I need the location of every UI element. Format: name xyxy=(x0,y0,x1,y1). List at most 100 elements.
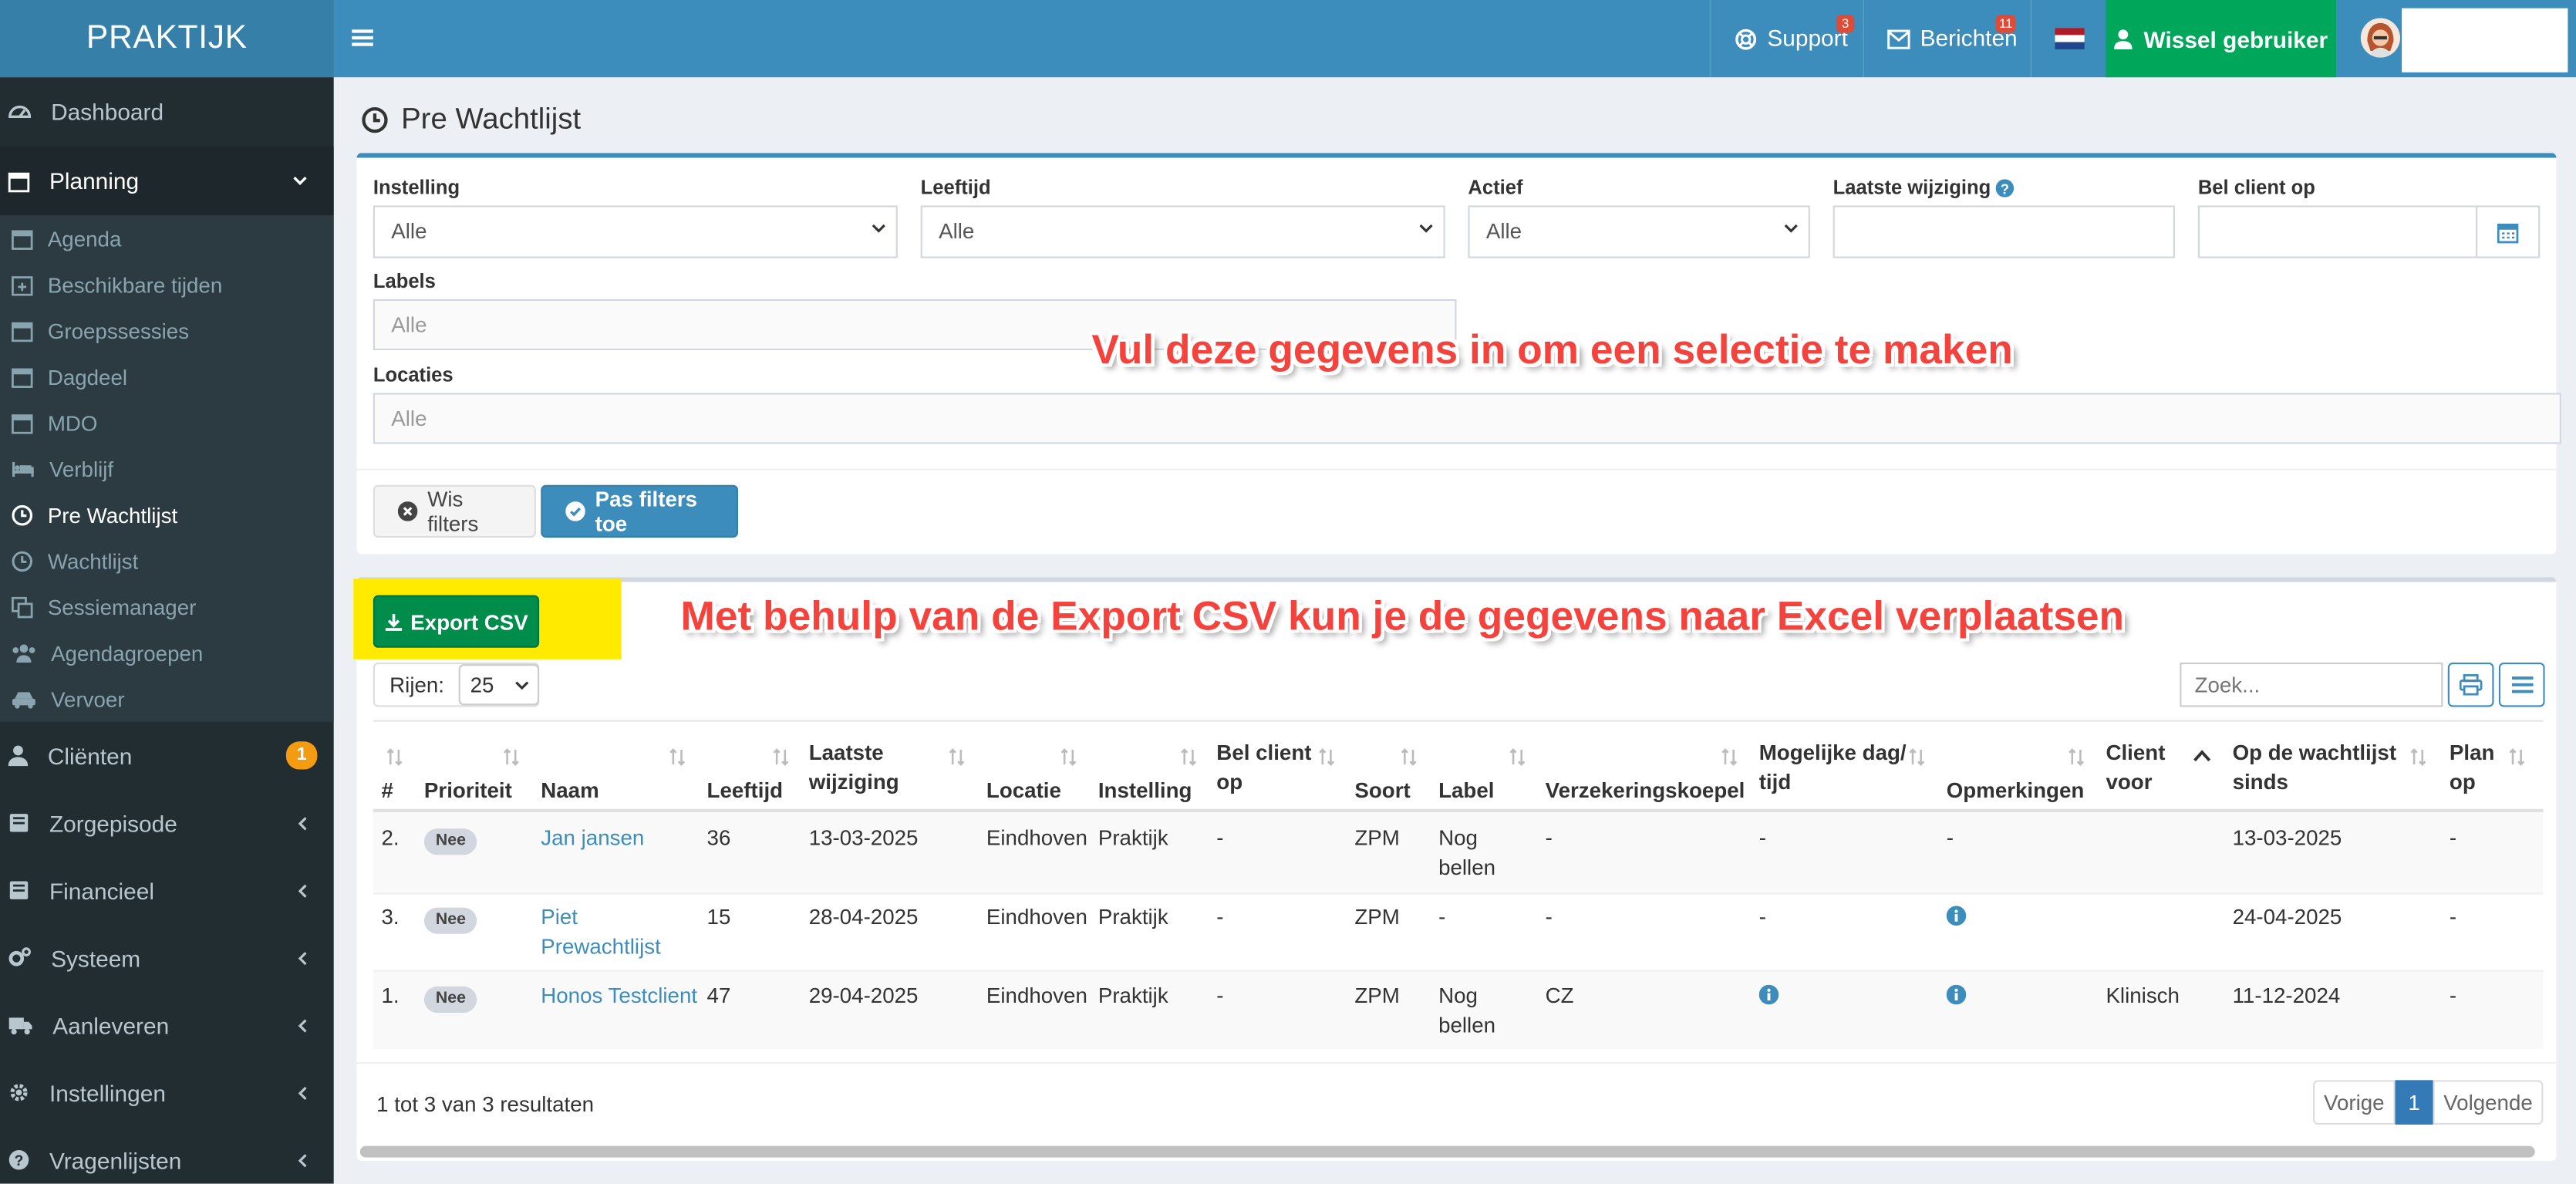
col-header-prioriteit[interactable]: Prioriteit xyxy=(424,776,512,805)
horizontal-scrollbar[interactable] xyxy=(359,1145,2535,1158)
sidebar-item-verblijf[interactable]: Verblijf xyxy=(0,446,334,492)
export-csv-label: Export CSV xyxy=(410,609,528,634)
sidebar-item-dagdeel[interactable]: Dagdeel xyxy=(0,353,334,400)
col-header-laatste-wijziging[interactable]: Laatste wijziging xyxy=(809,738,899,798)
col-header-leeftijd[interactable]: Leeftijd xyxy=(707,776,784,805)
rows-select[interactable]: 25 xyxy=(458,664,540,706)
laatste-wijziging-input[interactable] xyxy=(1833,205,2175,258)
col-header-bel-client-op[interactable]: Bel client op xyxy=(1216,738,1311,798)
pagination-prev[interactable]: Vorige xyxy=(2313,1080,2396,1125)
info-icon[interactable] xyxy=(1758,984,1779,1005)
info-icon[interactable] xyxy=(1946,984,1967,1005)
gear-icon xyxy=(8,1082,30,1104)
col-header-naam[interactable]: Naam xyxy=(541,776,599,805)
user-menu[interactable] xyxy=(2402,8,2568,73)
sidebar-item-instellingen[interactable]: Instellingen xyxy=(0,1059,334,1126)
question-circle-icon[interactable]: ? xyxy=(1995,178,2015,197)
sort-icon[interactable] xyxy=(1180,748,1196,767)
sort-icon[interactable] xyxy=(2068,748,2084,767)
col-header-label[interactable]: Label xyxy=(1438,776,1494,805)
col-header-op-wachtlijst[interactable]: Op de wachtlijst sinds xyxy=(2233,738,2396,798)
col-header-plan-op[interactable]: Plan op xyxy=(2450,738,2495,798)
calendar-icon xyxy=(12,228,33,249)
sort-icon[interactable] xyxy=(669,748,686,767)
sidebar-item-financieel[interactable]: Financieel xyxy=(0,857,334,924)
col-header-soort[interactable]: Soort xyxy=(1354,776,1410,805)
pagination-page[interactable]: 1 xyxy=(2395,1080,2433,1125)
sort-icon[interactable] xyxy=(2410,748,2426,767)
locaties-input[interactable]: Alle xyxy=(373,393,2561,444)
col-header-locatie[interactable]: Locatie xyxy=(986,776,1061,805)
switch-user-button[interactable]: Wissel gebruiker xyxy=(2106,0,2336,78)
sidebar-item-vragenlijsten[interactable]: ? Vragenlijsten xyxy=(0,1126,334,1184)
sidebar-item-agenda[interactable]: Agenda xyxy=(0,215,334,261)
col-header-client-voor[interactable]: Client voor xyxy=(2106,738,2165,798)
sort-icon[interactable] xyxy=(1509,748,1526,767)
sidebar-item-aanleveren[interactable]: Aanleveren xyxy=(0,991,334,1058)
sidebar-item-vervoer[interactable]: Vervoer xyxy=(0,676,334,722)
dashboard-icon xyxy=(8,100,32,123)
sidebar-item-groepssessies[interactable]: Groepssessies xyxy=(0,308,334,354)
menu-toggle-icon[interactable] xyxy=(352,26,375,49)
cell-leeftijd: 15 xyxy=(706,904,731,929)
app-logo[interactable]: PRAKTIJK xyxy=(0,0,334,78)
instelling-select[interactable]: Alle xyxy=(373,205,898,258)
sidebar-item-zorgepisode[interactable]: Zorgepisode xyxy=(0,789,334,856)
sidebar-item-mdo[interactable]: MDO xyxy=(0,400,334,446)
client-name-link[interactable]: Honos Testclient xyxy=(541,982,697,1011)
sidebar-item-systeem[interactable]: Systeem xyxy=(0,924,334,991)
sidebar-item-beschikbare-tijden[interactable]: Beschikbare tijden xyxy=(0,261,334,308)
priority-badge: Nee xyxy=(423,907,477,934)
cell-label: Nog bellen xyxy=(1438,824,1495,883)
search-input[interactable] xyxy=(2180,662,2443,707)
export-csv-button[interactable]: Export CSV xyxy=(373,595,540,648)
messages-link[interactable]: Berichten 11 xyxy=(1862,0,2030,78)
sidebar-item-dashboard[interactable]: Dashboard xyxy=(0,77,334,147)
cell-bel: - xyxy=(1216,983,1224,1008)
sidebar-item-label: Beschikbare tijden xyxy=(47,272,223,297)
sort-icon[interactable] xyxy=(1909,748,1925,767)
sort-icon[interactable] xyxy=(1721,748,1738,767)
sort-icon[interactable] xyxy=(1318,748,1335,767)
col-header-mogelijke[interactable]: Mogelijke dag/tijd xyxy=(1759,738,1907,798)
columns-button[interactable] xyxy=(2498,662,2545,707)
cell-verzekeringskoepel: CZ xyxy=(1545,983,1574,1008)
apply-filters-button[interactable]: Pas filters toe xyxy=(541,484,739,538)
sort-icon[interactable] xyxy=(1401,748,1417,767)
avatar[interactable] xyxy=(2360,18,2400,58)
calendar-picker-button[interactable] xyxy=(2476,205,2541,258)
sidebar-item-sessiemanager[interactable]: Sessiemanager xyxy=(0,584,334,630)
clear-filters-button[interactable]: Wis filters xyxy=(373,484,536,538)
bel-client-op-input[interactable] xyxy=(2197,205,2478,258)
actief-select[interactable]: Alle xyxy=(1468,205,1810,258)
leeftijd-select[interactable]: Alle xyxy=(920,205,1445,258)
col-header-verzekeringskoepel[interactable]: Verzekeringskoepel xyxy=(1546,776,1745,805)
cell-instelling: Praktijk xyxy=(1097,983,1168,1008)
sort-icon[interactable] xyxy=(949,748,965,767)
info-icon[interactable] xyxy=(1946,906,1967,926)
priority-badge: Nee xyxy=(423,986,477,1014)
client-name-link[interactable]: Piet Prewachtlijst xyxy=(541,902,661,962)
support-link[interactable]: Support 3 xyxy=(1709,0,1863,78)
sort-icon[interactable] xyxy=(1060,748,1077,767)
sidebar-item-clienten[interactable]: Cliënten 1 xyxy=(0,722,334,789)
sort-icon[interactable] xyxy=(503,748,519,767)
client-name-link[interactable]: Jan jansen xyxy=(541,824,644,853)
sort-icon[interactable] xyxy=(2509,748,2525,767)
language-selector[interactable] xyxy=(2030,0,2106,78)
print-button[interactable] xyxy=(2447,662,2494,707)
sidebar-item-pre-wachtlijst[interactable]: Pre Wachtlijst xyxy=(0,491,334,538)
sort-icon[interactable] xyxy=(773,748,789,767)
sort-icon[interactable] xyxy=(386,748,403,767)
chevron-down-icon xyxy=(292,176,307,186)
col-header-instelling[interactable]: Instelling xyxy=(1098,776,1192,805)
col-header-opmerkingen[interactable]: Opmerkingen xyxy=(1947,776,2085,805)
sidebar-item-label: Agendagroepen xyxy=(51,640,204,666)
messages-badge: 11 xyxy=(1995,15,2016,33)
pagination-next[interactable]: Volgende xyxy=(2433,1080,2544,1125)
col-header-nr[interactable]: # xyxy=(382,776,393,805)
sort-ascending-icon[interactable] xyxy=(2193,750,2211,763)
sidebar-item-wachtlijst[interactable]: Wachtlijst xyxy=(0,538,334,584)
sidebar-item-agendagroepen[interactable]: Agendagroepen xyxy=(0,629,334,676)
sidebar-item-planning[interactable]: Planning xyxy=(0,146,334,216)
